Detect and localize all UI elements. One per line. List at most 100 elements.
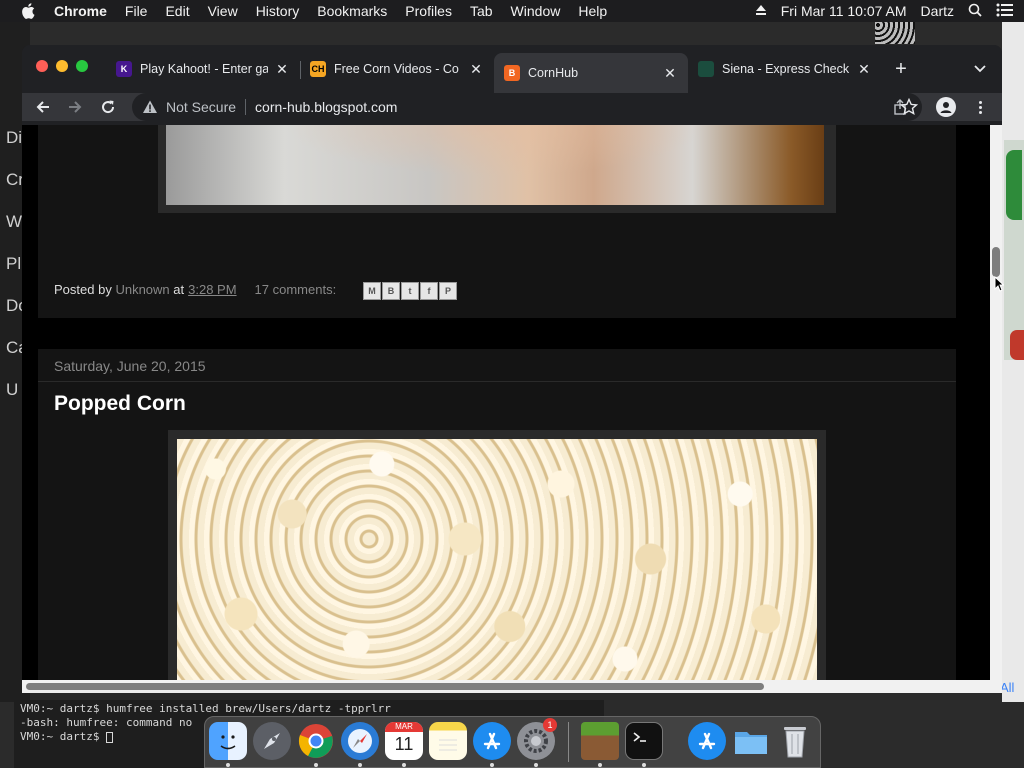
blogger-favicon-icon: B <box>504 65 520 81</box>
siena-favicon-icon <box>698 61 714 77</box>
posted-by-label: Posted by <box>54 282 112 297</box>
calendar-icon[interactable]: MAR 11 <box>385 722 423 760</box>
profile-avatar-icon[interactable] <box>936 97 956 117</box>
eject-icon[interactable] <box>755 3 767 19</box>
finder-icon[interactable] <box>209 722 247 760</box>
launchpad-icon[interactable] <box>253 722 291 760</box>
omnibox-divider <box>245 99 247 115</box>
notification-badge: 1 <box>543 718 557 732</box>
control-center-icon[interactable] <box>996 3 1014 20</box>
calendar-day: 11 <box>394 734 414 754</box>
post-time-link[interactable]: 3:28 PM <box>188 282 236 297</box>
warning-triangle-icon[interactable] <box>142 99 158 115</box>
menu-file[interactable]: File <box>116 3 157 19</box>
tab-siena[interactable]: Siena - Express Check ✕ <box>688 53 882 85</box>
tab-search-chevron-icon[interactable] <box>970 59 990 79</box>
menu-app-name[interactable]: Chrome <box>50 3 116 19</box>
dock-separator <box>568 722 569 762</box>
terminal-prompt-text: VM0:~ dartz$ <box>20 730 107 743</box>
bookmark-star-icon[interactable] <box>899 97 919 116</box>
comments-link[interactable]: 17 comments: <box>255 282 337 297</box>
close-window-button[interactable] <box>36 60 48 72</box>
close-tab-icon[interactable]: ✕ <box>468 61 484 77</box>
tab-strip: K Play Kahoot! - Enter ga ✕ CH Free Corn… <box>22 45 1002 93</box>
reload-icon[interactable] <box>95 94 121 120</box>
tab-free-corn-videos[interactable]: CH Free Corn Videos - Co ✕ <box>300 53 494 85</box>
menu-bar: Chrome File Edit View History Bookmarks … <box>0 0 1024 22</box>
dock-running-indicator <box>226 763 230 767</box>
fullscreen-window-button[interactable] <box>76 60 88 72</box>
tab-cornhub[interactable]: B CornHub ✕ <box>494 53 688 93</box>
user-name[interactable]: Dartz <box>921 3 954 19</box>
share-buttons: M B t f P <box>363 282 457 300</box>
terminal-line: VM0:~ dartz$ humfree installed brew/User… <box>20 702 391 715</box>
menu-history[interactable]: History <box>247 3 309 19</box>
address-bar[interactable]: Not Secure corn-hub.blogspot.com <box>132 93 922 121</box>
menu-view[interactable]: View <box>199 3 247 19</box>
menu-edit[interactable]: Edit <box>156 3 198 19</box>
folder-icon[interactable] <box>732 722 770 760</box>
tab-kahoot[interactable]: K Play Kahoot! - Enter ga ✕ <box>106 53 300 85</box>
browser-toolbar: Not Secure corn-hub.blogspot.com <box>22 93 1002 121</box>
dock-running-indicator <box>358 763 362 767</box>
menu-tab[interactable]: Tab <box>461 3 502 19</box>
page-viewport[interactable]: Posted by Unknown at 3:28 PM 17 comments… <box>22 125 990 680</box>
chrome-icon[interactable] <box>297 722 335 760</box>
post-author-link[interactable]: Unknown <box>115 282 169 297</box>
clock[interactable]: Fri Mar 11 10:07 AM <box>781 3 907 19</box>
tab-title: Play Kahoot! - Enter ga <box>140 62 268 76</box>
tab-title: CornHub <box>528 66 579 80</box>
corn-favicon-icon: CH <box>310 61 326 77</box>
blogthis-share-icon[interactable]: B <box>382 282 400 300</box>
twitter-share-icon[interactable]: t <box>401 282 419 300</box>
back-arrow-icon[interactable] <box>30 94 56 120</box>
downloads-app-store-icon[interactable] <box>688 722 726 760</box>
background-artwork <box>1010 330 1024 360</box>
not-secure-label[interactable]: Not Secure <box>166 99 236 115</box>
more-menu-icon[interactable] <box>970 97 990 117</box>
url-text[interactable]: corn-hub.blogspot.com <box>255 99 397 115</box>
close-tab-icon[interactable]: ✕ <box>274 61 290 77</box>
safari-icon[interactable] <box>341 722 379 760</box>
vertical-scrollbar[interactable] <box>990 125 1002 680</box>
minecraft-icon[interactable] <box>581 722 619 760</box>
terminal-icon[interactable] <box>625 722 663 760</box>
terminal-cursor <box>106 731 114 743</box>
background-pattern <box>875 22 915 44</box>
background-text: Di <box>6 128 23 147</box>
mouse-pointer-icon <box>994 275 1005 292</box>
at-label: at <box>173 282 185 297</box>
apple-menu-icon[interactable] <box>20 3 36 19</box>
new-tab-button[interactable]: + <box>890 58 912 80</box>
notes-icon[interactable] <box>429 722 467 760</box>
close-tab-icon[interactable]: ✕ <box>662 65 678 81</box>
pinterest-share-icon[interactable]: P <box>439 282 457 300</box>
background-text: Pl <box>6 254 22 273</box>
dock-running-indicator <box>642 763 646 767</box>
popcorn-image[interactable] <box>177 439 817 680</box>
post-footer: Posted by Unknown at 3:28 PM 17 comments… <box>54 282 336 297</box>
dock-running-indicator <box>402 763 406 767</box>
post-date-header: Saturday, June 20, 2015 <box>38 349 956 382</box>
minimize-window-button[interactable] <box>56 60 68 72</box>
tab-title: Siena - Express Check <box>722 62 850 76</box>
post-title[interactable]: Popped Corn <box>54 392 186 416</box>
facebook-share-icon[interactable]: f <box>420 282 438 300</box>
dock-running-indicator <box>534 763 538 767</box>
trash-icon[interactable] <box>776 722 814 760</box>
menu-window[interactable]: Window <box>502 3 570 19</box>
menu-profiles[interactable]: Profiles <box>396 3 461 19</box>
horizontal-scroll-thumb[interactable] <box>26 683 764 690</box>
forward-arrow-icon[interactable] <box>62 94 88 120</box>
menu-bookmarks[interactable]: Bookmarks <box>308 3 396 19</box>
spotlight-search-icon[interactable] <box>968 3 982 20</box>
post-image-shading <box>166 125 824 205</box>
email-share-icon[interactable]: M <box>363 282 381 300</box>
dock-running-indicator <box>598 763 602 767</box>
vertical-scroll-thumb[interactable] <box>992 247 1000 277</box>
menu-help[interactable]: Help <box>569 3 616 19</box>
dock-running-indicator <box>490 763 494 767</box>
close-tab-icon[interactable]: ✕ <box>856 61 872 77</box>
app-store-icon[interactable] <box>473 722 511 760</box>
background-all-link[interactable]: All <box>1000 680 1014 695</box>
